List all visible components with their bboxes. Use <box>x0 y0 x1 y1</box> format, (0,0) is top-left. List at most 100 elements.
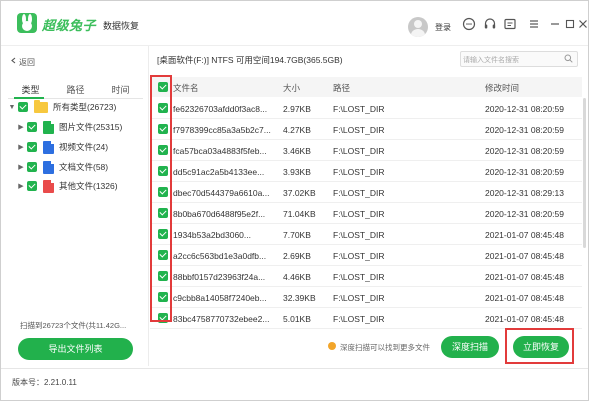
file-size: 2.69KB <box>283 251 311 261</box>
status-bar <box>0 368 589 401</box>
image-file-icon <box>43 120 54 134</box>
tab-path[interactable]: 路径 <box>53 81 98 99</box>
brand-name: 超级兔子 <box>42 19 97 34</box>
caret-right-icon[interactable]: ▶ <box>17 182 25 190</box>
file-size: 2.97KB <box>283 104 311 114</box>
drive-path: [桌面软件(F:)] NTFS 可用空间194.7GB(365.5GB) <box>157 55 343 65</box>
file-size: 71.04KB <box>283 209 316 219</box>
tree-item-videos[interactable]: ▶ 视频文件(24) <box>17 138 108 156</box>
tree-item-documents[interactable]: ▶ 文档文件(58) <box>17 158 108 176</box>
close-icon[interactable] <box>576 17 589 31</box>
file-name: dd5c91ac2a5b4133ee... <box>173 167 265 177</box>
file-path: F:\LOST_DIR <box>333 293 385 303</box>
other-file-icon <box>43 179 54 193</box>
file-modified: 2020-12-31 08:20:59 <box>485 167 564 177</box>
back-link[interactable]: 返回 <box>19 57 35 68</box>
file-path: F:\LOST_DIR <box>333 104 385 114</box>
file-size: 4.27KB <box>283 125 311 135</box>
col-path[interactable]: 路径 <box>333 82 350 94</box>
col-size[interactable]: 大小 <box>283 82 300 94</box>
file-path: F:\LOST_DIR <box>333 146 385 156</box>
file-path: F:\LOST_DIR <box>333 188 385 198</box>
caret-down-icon[interactable]: ▼ <box>8 104 16 111</box>
help-icon[interactable] <box>462 17 476 31</box>
checkbox[interactable] <box>27 162 37 172</box>
caret-right-icon[interactable]: ▶ <box>17 143 25 151</box>
file-modified: 2021-01-07 08:45:48 <box>485 251 564 261</box>
info-icon <box>328 342 336 350</box>
checkbox[interactable] <box>27 122 37 132</box>
file-name: 8b0ba670d6488f95e2f... <box>173 209 266 219</box>
tree-label: 其他文件(1326) <box>59 181 118 191</box>
feedback-icon[interactable] <box>503 17 517 31</box>
tree-item-all[interactable]: ▼ 所有类型(26723) <box>8 98 116 116</box>
file-name: a2cc6c563bd1e3a0dfb... <box>173 251 267 261</box>
file-path: F:\LOST_DIR <box>333 272 385 282</box>
user-avatar[interactable] <box>408 17 428 37</box>
app-subtitle: 数据恢复 <box>103 21 140 31</box>
maximize-icon[interactable] <box>563 17 577 31</box>
rabbit-logo-icon <box>17 13 37 33</box>
tree-item-others[interactable]: ▶ 其他文件(1326) <box>17 177 118 195</box>
file-path: F:\LOST_DIR <box>333 209 385 219</box>
file-size: 5.01KB <box>283 314 311 324</box>
file-modified: 2020-12-31 08:20:59 <box>485 146 564 156</box>
file-modified: 2020-12-31 08:20:59 <box>485 125 564 135</box>
tree-label: 文档文件(58) <box>59 162 109 172</box>
checkbox-column-highlight <box>150 75 172 322</box>
checkbox[interactable] <box>27 142 37 152</box>
search-placeholder: 请输入文件名搜索 <box>463 57 519 64</box>
file-name: f7978399cc85a3a5b2c7... <box>173 125 271 135</box>
caret-right-icon[interactable]: ▶ <box>17 123 25 131</box>
chevron-left-icon[interactable] <box>10 57 17 64</box>
file-name: dbec70d544379a6610a... <box>173 188 270 198</box>
file-name: 88bbf0157d23963f24a... <box>173 272 266 282</box>
tab-time[interactable]: 时间 <box>98 81 143 99</box>
search-icon[interactable] <box>564 54 573 63</box>
file-modified: 2020-12-31 08:20:59 <box>485 104 564 114</box>
checkbox[interactable] <box>18 102 28 112</box>
file-name: c9cbb8a14058f7240eb... <box>173 293 267 303</box>
file-name: fe62326703afdd0f3ac8... <box>173 104 268 114</box>
checkbox[interactable] <box>27 181 37 191</box>
file-size: 37.02KB <box>283 188 316 198</box>
file-path: F:\LOST_DIR <box>333 125 385 135</box>
minimize-icon[interactable] <box>548 17 562 31</box>
file-size: 3.46KB <box>283 146 311 156</box>
col-modified[interactable]: 修改时间 <box>485 82 519 94</box>
file-path: F:\LOST_DIR <box>333 230 385 240</box>
version-label: 版本号：2.21.0.11 <box>12 378 77 387</box>
recover-now-button[interactable]: 立即恢复 <box>513 336 569 358</box>
file-modified: 2021-01-07 08:45:48 <box>485 230 564 240</box>
scan-summary: 扫描到26723个文件(共11.42G... <box>20 321 127 330</box>
file-path: F:\LOST_DIR <box>333 167 385 177</box>
file-size: 3.93KB <box>283 167 311 177</box>
export-list-button[interactable]: 导出文件列表 <box>18 338 133 360</box>
folder-icon <box>34 99 48 113</box>
file-path: F:\LOST_DIR <box>333 314 385 324</box>
col-name[interactable]: 文件名 <box>173 82 199 94</box>
file-size: 4.46KB <box>283 272 311 282</box>
deep-scan-tip: 深度扫描可以找到更多文件 <box>340 343 430 352</box>
file-modified: 2021-01-07 08:45:48 <box>485 314 564 324</box>
menu-icon[interactable] <box>527 17 541 31</box>
scrollbar[interactable] <box>583 98 586 248</box>
file-name: 1934b53a2bd3060... <box>173 230 251 240</box>
deep-scan-button[interactable]: 深度扫描 <box>441 336 499 358</box>
file-size: 7.70KB <box>283 230 311 240</box>
file-modified: 2020-12-31 08:29:13 <box>485 188 564 198</box>
headset-icon[interactable] <box>483 17 497 31</box>
tree-label: 视频文件(24) <box>59 142 109 152</box>
file-modified: 2020-12-31 08:20:59 <box>485 209 564 219</box>
file-modified: 2021-01-07 08:45:48 <box>485 272 564 282</box>
tree-item-images[interactable]: ▶ 图片文件(25315) <box>17 118 122 136</box>
file-name: 83bc4758770732ebee2... <box>173 314 270 324</box>
document-file-icon <box>43 160 54 174</box>
file-path: F:\LOST_DIR <box>333 251 385 261</box>
login-link[interactable]: 登录 <box>435 22 451 33</box>
file-name: fca57bca03a4883f5feb... <box>173 146 267 156</box>
file-modified: 2021-01-07 08:45:48 <box>485 293 564 303</box>
file-size: 32.39KB <box>283 293 316 303</box>
caret-right-icon[interactable]: ▶ <box>17 163 25 171</box>
tree-label: 图片文件(25315) <box>59 122 123 132</box>
